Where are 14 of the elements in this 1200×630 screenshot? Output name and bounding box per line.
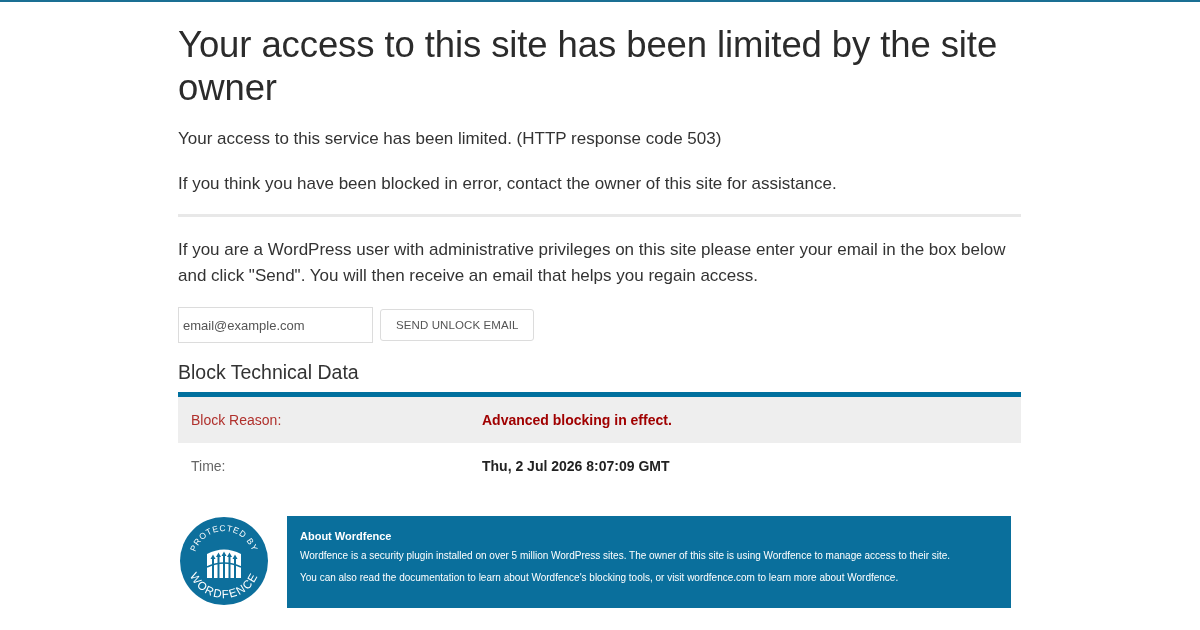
- page-title: Your access to this site has been limited by the site owner: [178, 23, 999, 109]
- send-unlock-email-button[interactable]: SEND UNLOCK EMAIL: [380, 309, 535, 341]
- message-text: If you think you have been blocked in error, contact the owner of this site for assistance.: [178, 173, 838, 195]
- row-value: Thu, 2 Jul 2026 8:07:09 GMT: [482, 458, 670, 474]
- email-field[interactable]: email@example.com: [178, 307, 373, 343]
- row-label: Time:: [191, 458, 226, 474]
- message-text: Your access to this service has been limited. (HTTP response code 503): [178, 128, 723, 150]
- about-title: About Wordfence: [300, 529, 393, 543]
- instructions-text: If you are a WordPress user with administrative privileges on this site please enter your email in the box below and click "Send". You will then receive an email that helps you regain access.: [178, 239, 1007, 287]
- row-label: Block Reason:: [191, 412, 282, 428]
- about-text: You can also read the documentation to learn about Wordfence's blocking tools, or visit wordfence.com to learn more about Wordfence.: [300, 571, 900, 585]
- row-value: Advanced blocking in effect.: [482, 412, 672, 428]
- section-heading: Block Technical Data: [178, 360, 360, 384]
- about-text: Wordfence is a security plugin installed on over 5 million WordPress sites. The owner of this site is using Wordfence to manage access to their site.: [300, 549, 952, 563]
